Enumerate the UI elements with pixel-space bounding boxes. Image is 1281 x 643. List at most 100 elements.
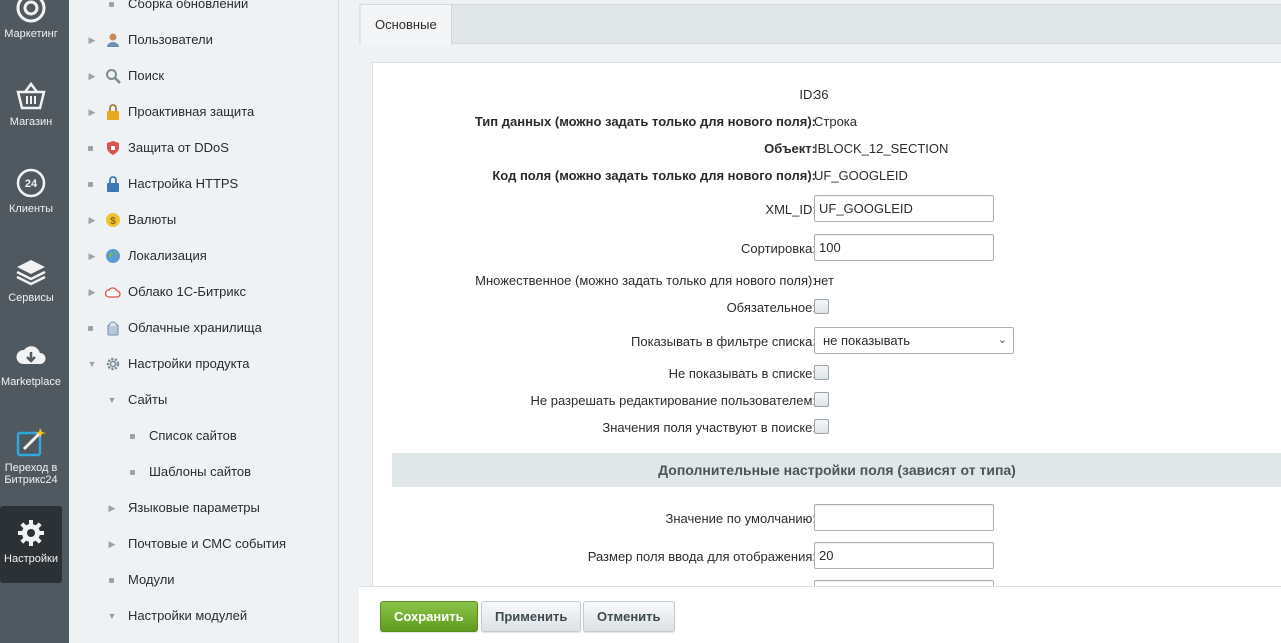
required-checkbox[interactable] [814, 299, 829, 314]
row-required: Обязательное: [373, 294, 1281, 320]
rail-label: Клиенты [8, 203, 54, 215]
hide-list-checkbox[interactable] [814, 365, 829, 380]
rail-label: Настройки [4, 553, 58, 565]
rail-item-marketplace[interactable]: Marketplace [0, 340, 62, 388]
object-value: IBLOCK_12_SECTION [814, 141, 949, 156]
save-button[interactable]: Сохранить [380, 601, 478, 632]
xmlid-input[interactable]: UF_GOOGLEID [814, 195, 994, 222]
size-input[interactable]: 20 [814, 542, 994, 569]
filter-select[interactable]: не показывать ⌄ [814, 327, 1014, 354]
tree-item-label: Шаблоны сайтов [149, 464, 252, 479]
chevron-down-icon: ⌄ [997, 334, 1007, 346]
rail-item-marketing[interactable]: Маркетинг [0, 0, 62, 40]
expand-arrow-icon[interactable]: ▶ [87, 66, 97, 86]
rail-item-go-bitrix24[interactable]: Переход в Битрикс24 [0, 426, 62, 486]
row-filter: Показывать в фильтре списка: не показыва… [373, 327, 1281, 354]
bullet-icon [109, 2, 114, 7]
expand-arrow-icon[interactable]: ▶ [87, 102, 97, 122]
bullet-icon [88, 326, 93, 331]
rail-label: Marketplace [1, 376, 61, 388]
collapse-arrow-icon[interactable]: ▼ [87, 354, 97, 374]
rail-label: Магазин [9, 116, 53, 128]
row-xmlid: XML_ID: UF_GOOGLEID [373, 195, 1281, 222]
expand-arrow-icon[interactable]: ▶ [87, 282, 97, 302]
gear-icon [18, 520, 44, 546]
form-footer: Сохранить Применить Отменить [359, 586, 1281, 643]
tree-item-label: Модули [128, 572, 175, 587]
tree-item-label: Защита от DDoS [128, 140, 229, 155]
user-icon [107, 33, 119, 47]
multiple-value: нет [814, 273, 834, 288]
collapse-arrow-icon[interactable]: ▼ [107, 390, 117, 410]
rail-item-settings[interactable]: Настройки [0, 506, 62, 583]
default-label: Значение по умолчанию: [665, 511, 816, 526]
tab-bar: Основные [359, 4, 1281, 45]
bullet-icon [130, 434, 135, 439]
tab-main[interactable]: Основные [361, 5, 452, 45]
bullet-icon [88, 182, 93, 187]
tree-item-label: Локализация [128, 248, 207, 263]
main-menu-rail: Маркетинг Магазин 24 Клиенты Сервисы Mar… [0, 0, 69, 643]
shield-icon [107, 141, 119, 155]
bullet-icon [130, 470, 135, 475]
no-edit-label: Не разрешать редактирование пользователе… [530, 393, 816, 408]
expand-arrow-icon[interactable]: ▶ [107, 498, 117, 518]
tree-item-label: Настройка HTTPS [128, 176, 239, 191]
clients-24-icon: 24 [16, 168, 46, 198]
tree-item-label: Сайты [128, 392, 168, 407]
row-no-edit: Не разрешать редактирование пользователе… [373, 387, 1281, 413]
expand-arrow-icon[interactable]: ▶ [107, 534, 117, 554]
sort-label: Сортировка: [741, 241, 816, 256]
row-search: Значения поля участвуют в поиске: [373, 414, 1281, 440]
section-heading: Дополнительные настройки поля (зависят о… [392, 453, 1281, 487]
tree-item-label: Почтовые и СМС события [128, 536, 287, 551]
field-edit-form: ID: 36 Тип данных (можно задать только д… [372, 62, 1281, 586]
expand-arrow-icon[interactable]: ▶ [87, 246, 97, 266]
rail-item-services[interactable]: Сервисы [0, 256, 62, 304]
code-value: UF_GOOGLEID [814, 168, 908, 183]
row-code: Код поля (можно задать только для нового… [373, 162, 1281, 188]
tree-item-label: Пользователи [128, 32, 213, 47]
currency-icon: $ [106, 213, 120, 227]
bullet-icon [109, 578, 114, 583]
default-input[interactable] [814, 504, 994, 531]
sort-input[interactable]: 100 [814, 234, 994, 261]
no-edit-checkbox[interactable] [814, 392, 829, 407]
expand-arrow-icon[interactable]: ▶ [87, 210, 97, 230]
search-checkbox[interactable] [814, 419, 829, 434]
apply-button[interactable]: Применить [481, 601, 582, 632]
tree-item-label: Валюты [128, 212, 177, 227]
size-label: Размер поля ввода для отображения: [587, 549, 816, 564]
rail-label: Переход в [4, 462, 58, 474]
main-content: Основные ID: 36 Тип данных (можно задать… [359, 0, 1281, 643]
cancel-button[interactable]: Отменить [583, 601, 675, 632]
rail-label: Сервисы [8, 292, 54, 304]
cloud-download-icon [16, 346, 46, 364]
row-default: Значение по умолчанию: [373, 504, 1281, 531]
code-label: Код поля (можно задать только для нового… [492, 168, 816, 183]
required-label: Обязательное: [726, 300, 816, 315]
tree-item-label: Поиск [128, 68, 165, 83]
rail-label: Маркетинг [4, 28, 58, 40]
splitter[interactable] [339, 0, 359, 643]
row-object: Объект: IBLOCK_12_SECTION [373, 135, 1281, 161]
row-multiple: Множественное (можно задать только для н… [373, 267, 1281, 293]
rail-item-shop[interactable]: Магазин [0, 80, 62, 128]
multiple-label: Множественное (можно задать только для н… [475, 273, 816, 288]
lock-icon [107, 104, 119, 120]
collapse-arrow-icon[interactable]: ▼ [107, 606, 117, 626]
rail-label: Битрикс24 [4, 474, 58, 486]
expand-arrow-icon[interactable]: ▶ [87, 30, 97, 50]
row-type: Тип данных (можно задать только для ново… [373, 108, 1281, 134]
xmlid-label: XML_ID: [765, 202, 816, 217]
tree-item-label: Настройки модулей [128, 608, 248, 623]
tree-item-label: Сборка обновлений [128, 0, 249, 11]
storage-icon [107, 321, 119, 336]
rail-item-clients[interactable]: 24 Клиенты [0, 167, 62, 215]
row-sort: Сортировка: 100 [373, 234, 1281, 261]
magic-wand-icon [16, 428, 46, 457]
layers-icon [16, 260, 46, 286]
filter-label: Показывать в фильтре списка: [631, 334, 816, 349]
filter-select-value: не показывать [823, 333, 911, 348]
row-hide-list: Не показывать в списке: [373, 360, 1281, 386]
